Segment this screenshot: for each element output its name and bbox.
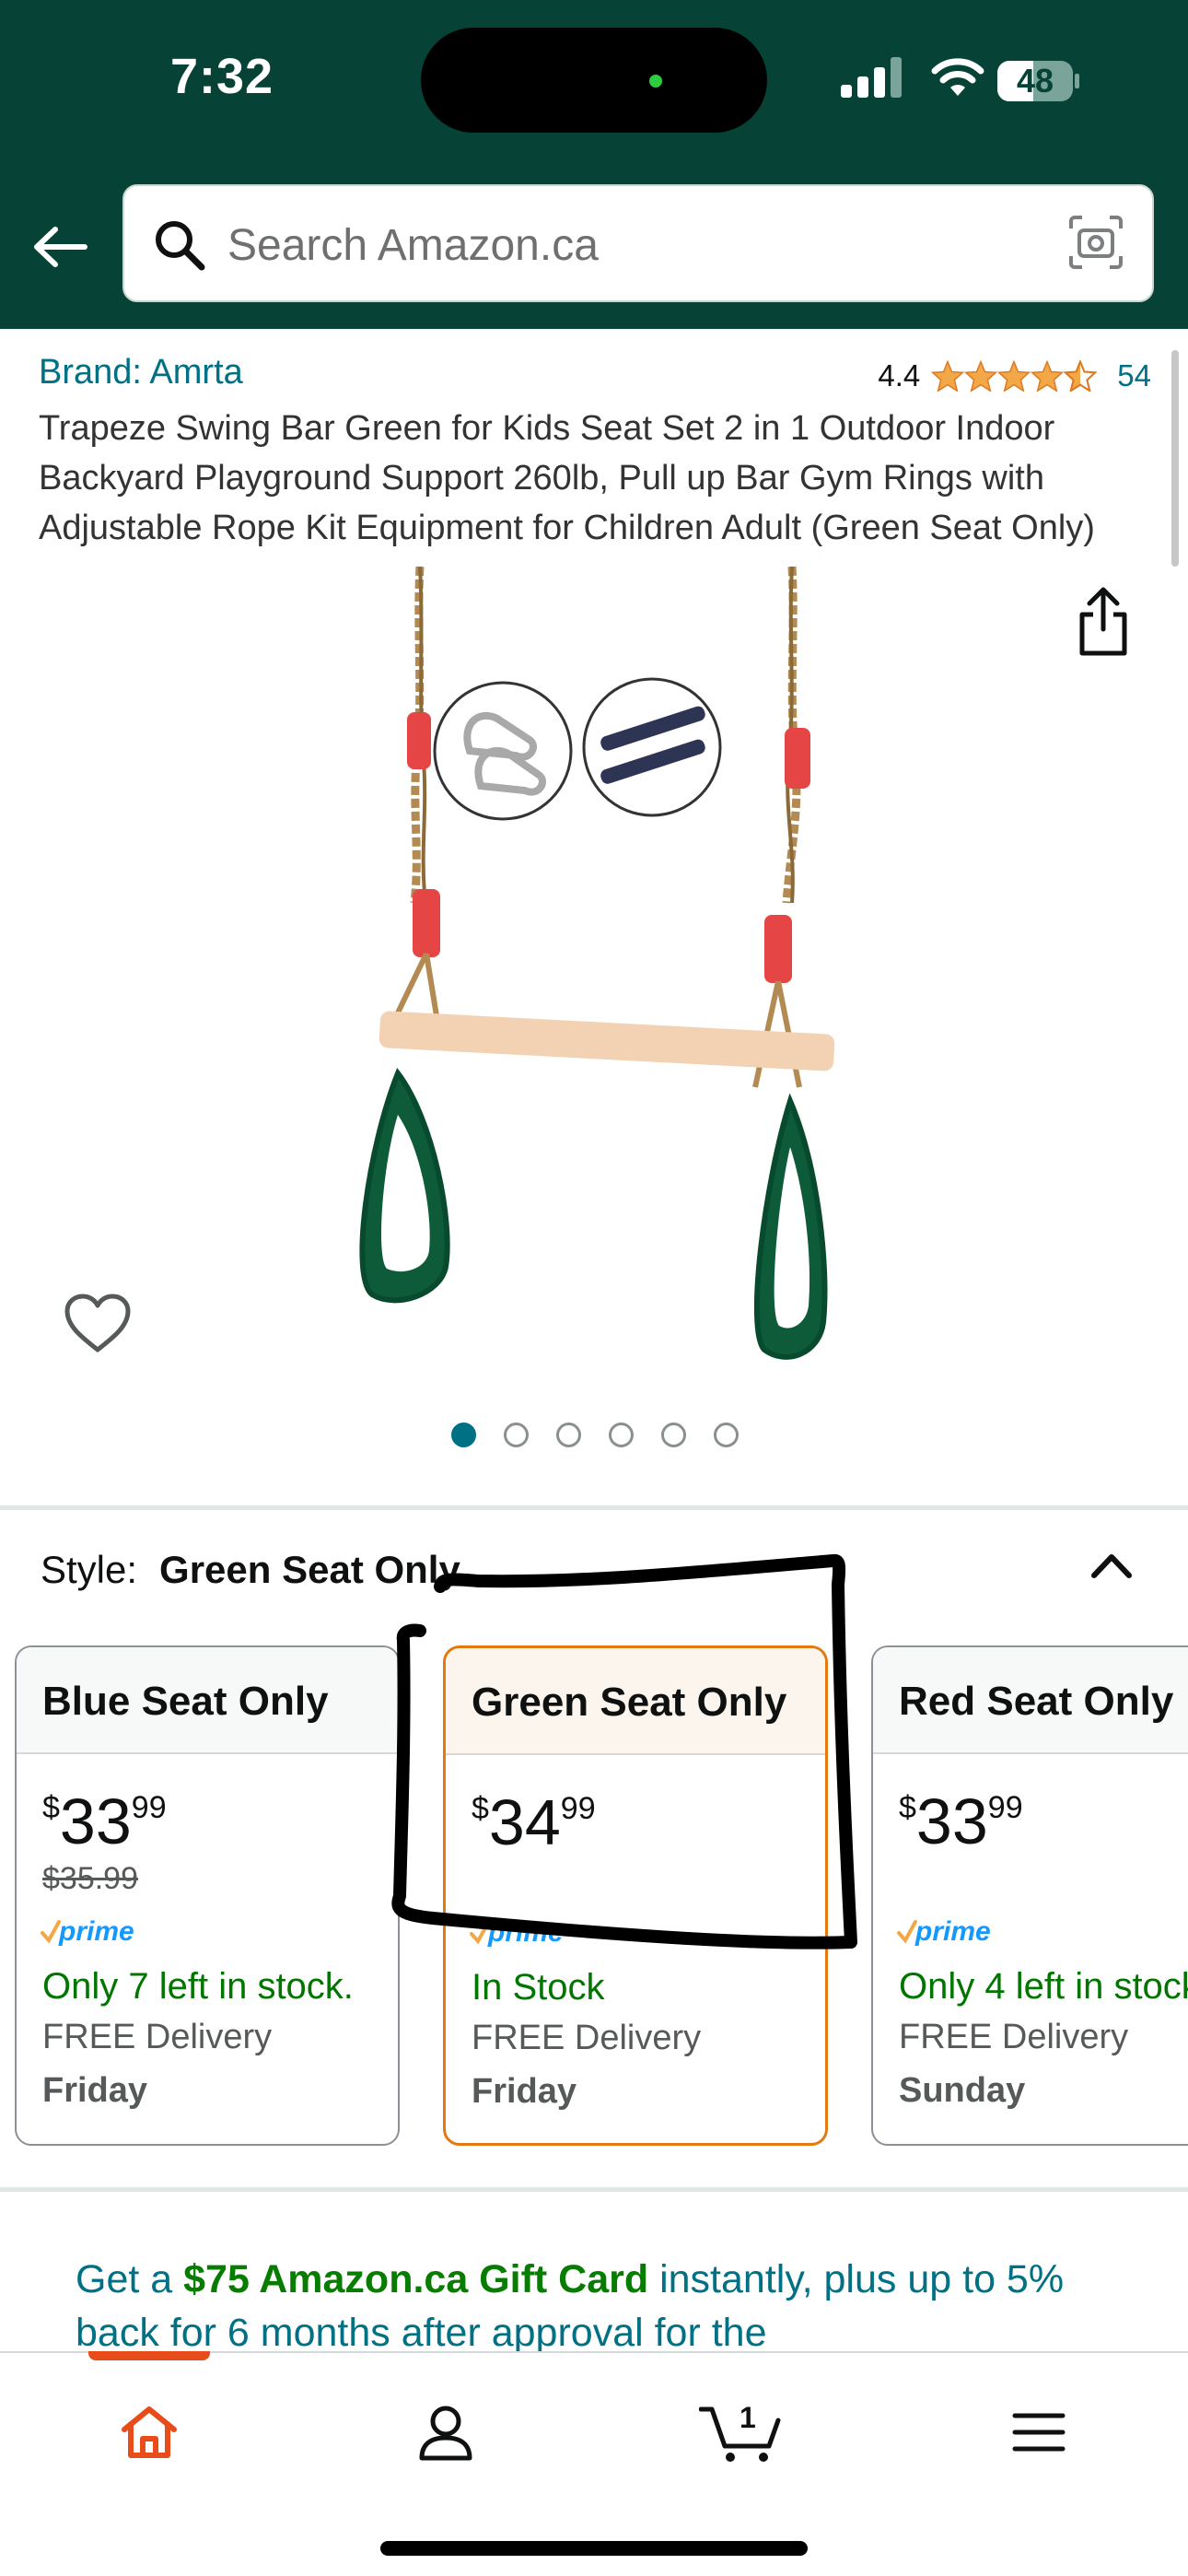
option-delivery-day: Friday xyxy=(472,2072,577,2111)
home-icon xyxy=(122,2406,177,2458)
review-count[interactable]: 54 xyxy=(1117,358,1151,393)
image-pager[interactable] xyxy=(451,1423,739,1447)
option-name: Red Seat Only xyxy=(873,1647,1188,1754)
gift-card-promo[interactable]: Get a $75 Amazon.ca Gift Card instantly,… xyxy=(76,2253,1116,2359)
search-bar[interactable] xyxy=(122,184,1154,302)
option-delivery-day: Friday xyxy=(42,2071,148,2110)
star-icon xyxy=(964,360,998,392)
account-icon xyxy=(419,2406,472,2461)
option-price: $3399 xyxy=(42,1786,167,1857)
prime-badge-icon: prime xyxy=(897,1916,991,1947)
search-icon xyxy=(156,221,205,271)
product-title: Trapeze Swing Bar Green for Kids Seat Se… xyxy=(39,409,1095,547)
option-price: $3399 xyxy=(899,1786,1023,1857)
status-time: 7:32 xyxy=(170,49,274,104)
pager-dot[interactable] xyxy=(451,1423,476,1447)
option-name: Green Seat Only xyxy=(446,1648,825,1755)
pager-dot[interactable] xyxy=(504,1423,529,1447)
cart-count: 1 xyxy=(740,2401,756,2434)
brand-link[interactable]: Brand: Amrta xyxy=(39,353,243,392)
menu-icon xyxy=(1012,2413,1066,2452)
style-option-green[interactable]: Green Seat Only $3499 prime In Stock FRE… xyxy=(443,1645,828,2146)
camera-search-icon[interactable] xyxy=(1067,214,1124,271)
option-delivery: FREE Delivery xyxy=(42,2018,273,2056)
dynamic-island xyxy=(421,28,767,133)
option-price: $3499 xyxy=(472,1786,596,1858)
style-option-red[interactable]: Red Seat Only $3399 prime Only 4 left in… xyxy=(871,1645,1188,2146)
active-tab-indicator xyxy=(88,2351,210,2360)
pager-dot[interactable] xyxy=(556,1423,581,1447)
option-list-price: $35.99 xyxy=(42,1861,138,1896)
pager-dot[interactable] xyxy=(609,1423,634,1447)
section-divider xyxy=(0,2187,1188,2192)
product-image[interactable] xyxy=(332,557,866,1368)
nav-cart-button[interactable]: 1 xyxy=(695,2386,787,2478)
prime-badge-icon: prime xyxy=(41,1916,134,1947)
svg-text:prime: prime xyxy=(58,1916,134,1947)
rating-stars xyxy=(931,360,1098,392)
half-star-icon xyxy=(1064,360,1098,392)
pager-dot[interactable] xyxy=(714,1423,739,1447)
option-stock: Only 4 left in stock. xyxy=(899,1966,1188,2007)
back-button[interactable] xyxy=(28,215,92,279)
share-icon[interactable] xyxy=(1073,585,1134,659)
option-stock: Only 7 left in stock. xyxy=(42,1966,354,2007)
option-delivery: FREE Delivery xyxy=(472,2019,702,2057)
section-divider xyxy=(0,1505,1188,1510)
search-input[interactable] xyxy=(227,212,983,278)
star-icon xyxy=(931,360,965,392)
style-label: Style: xyxy=(41,1548,138,1591)
style-selected-value: Green Seat Only xyxy=(159,1548,460,1591)
nav-account-button[interactable] xyxy=(400,2386,492,2478)
wifi-icon xyxy=(931,58,984,96)
cart-icon: 1 xyxy=(699,2401,781,2462)
svg-text:prime: prime xyxy=(914,1916,991,1947)
scrollbar[interactable] xyxy=(1171,350,1179,567)
star-icon xyxy=(997,360,1031,392)
rating-summary[interactable]: 4.4 54 xyxy=(878,358,1151,393)
back-arrow-icon xyxy=(34,227,87,267)
option-delivery-day: Sunday xyxy=(899,2071,1026,2110)
svg-text:prime: prime xyxy=(487,1917,564,1948)
rating-value: 4.4 xyxy=(878,358,921,392)
option-stock: In Stock xyxy=(472,1967,605,2008)
home-indicator[interactable] xyxy=(380,2541,808,2556)
nav-menu-button[interactable] xyxy=(993,2386,1085,2478)
pager-dot[interactable] xyxy=(661,1423,686,1447)
battery-percent: 48 xyxy=(1016,62,1054,100)
nav-home-button[interactable] xyxy=(103,2386,195,2478)
prime-badge-icon: prime xyxy=(470,1917,564,1948)
style-option-blue[interactable]: Blue Seat Only $3399 $35.99 prime Only 7… xyxy=(15,1645,400,2146)
option-delivery: FREE Delivery xyxy=(899,2018,1129,2056)
cellular-signal-icon xyxy=(841,57,902,98)
heart-icon[interactable] xyxy=(63,1293,133,1355)
battery-icon: 48 xyxy=(997,61,1079,101)
style-selector-label: Style: Green Seat Only xyxy=(41,1548,460,1592)
chevron-up-icon[interactable] xyxy=(1089,1548,1135,1581)
star-icon xyxy=(1031,360,1065,392)
option-name: Blue Seat Only xyxy=(17,1647,398,1754)
header-bar: 7:32 48 xyxy=(0,0,1188,329)
